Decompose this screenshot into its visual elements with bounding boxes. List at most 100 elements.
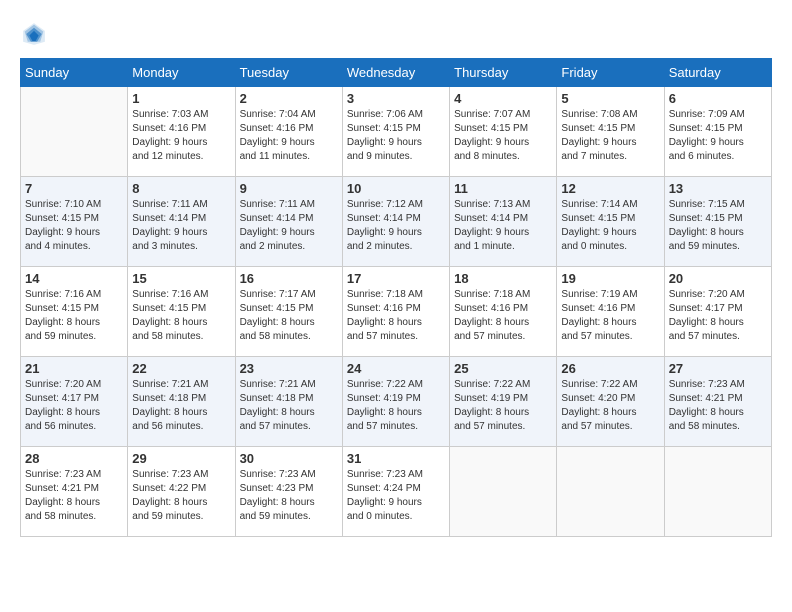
calendar-cell: 7 Sunrise: 7:10 AM Sunset: 4:15 PM Daylig… xyxy=(21,177,128,267)
header-cell-thursday: Thursday xyxy=(450,59,557,87)
day-number: 14 xyxy=(25,271,123,286)
day-info: Sunrise: 7:20 AM Sunset: 4:17 PM Dayligh… xyxy=(25,378,123,434)
day-info: Sunrise: 7:18 AM Sunset: 4:16 PM Dayligh… xyxy=(347,288,445,344)
calendar-cell: 9 Sunrise: 7:11 AM Sunset: 4:14 PM Daylig… xyxy=(235,177,342,267)
day-number: 13 xyxy=(669,181,767,196)
calendar-cell: 3 Sunrise: 7:06 AM Sunset: 4:15 PM Daylig… xyxy=(342,87,449,177)
calendar-cell: 28 Sunrise: 7:23 AM Sunset: 4:21 PM Dayli… xyxy=(21,447,128,537)
day-number: 30 xyxy=(240,451,338,466)
day-number: 28 xyxy=(25,451,123,466)
calendar-cell: 20 Sunrise: 7:20 AM Sunset: 4:17 PM Dayli… xyxy=(664,267,771,357)
day-info: Sunrise: 7:12 AM Sunset: 4:14 PM Dayligh… xyxy=(347,198,445,254)
day-info: Sunrise: 7:16 AM Sunset: 4:15 PM Dayligh… xyxy=(25,288,123,344)
calendar-week-3: 14 Sunrise: 7:16 AM Sunset: 4:15 PM Dayli… xyxy=(21,267,772,357)
day-number: 20 xyxy=(669,271,767,286)
calendar-cell: 18 Sunrise: 7:18 AM Sunset: 4:16 PM Dayli… xyxy=(450,267,557,357)
day-info: Sunrise: 7:18 AM Sunset: 4:16 PM Dayligh… xyxy=(454,288,552,344)
calendar-cell: 13 Sunrise: 7:15 AM Sunset: 4:15 PM Dayli… xyxy=(664,177,771,267)
day-number: 2 xyxy=(240,91,338,106)
header-cell-wednesday: Wednesday xyxy=(342,59,449,87)
calendar-week-2: 7 Sunrise: 7:10 AM Sunset: 4:15 PM Daylig… xyxy=(21,177,772,267)
day-info: Sunrise: 7:23 AM Sunset: 4:21 PM Dayligh… xyxy=(669,378,767,434)
day-info: Sunrise: 7:20 AM Sunset: 4:17 PM Dayligh… xyxy=(669,288,767,344)
calendar-week-1: 1Sunrise: 7:03 AM Sunset: 4:16 PM Daylig… xyxy=(21,87,772,177)
day-number: 31 xyxy=(347,451,445,466)
header-cell-monday: Monday xyxy=(128,59,235,87)
logo-icon xyxy=(20,20,48,48)
calendar-cell: 14 Sunrise: 7:16 AM Sunset: 4:15 PM Dayli… xyxy=(21,267,128,357)
day-number: 18 xyxy=(454,271,552,286)
calendar-week-4: 21 Sunrise: 7:20 AM Sunset: 4:17 PM Dayli… xyxy=(21,357,772,447)
day-number: 11 xyxy=(454,181,552,196)
calendar-cell: 29 Sunrise: 7:23 AM Sunset: 4:22 PM Dayli… xyxy=(128,447,235,537)
day-number: 12 xyxy=(561,181,659,196)
calendar-cell: 15Sunrise: 7:16 AM Sunset: 4:15 PM Dayli… xyxy=(128,267,235,357)
day-number: 22 xyxy=(132,361,230,376)
calendar-cell: 2 Sunrise: 7:04 AM Sunset: 4:16 PM Daylig… xyxy=(235,87,342,177)
calendar-cell xyxy=(664,447,771,537)
day-info: Sunrise: 7:21 AM Sunset: 4:18 PM Dayligh… xyxy=(132,378,230,434)
day-info: Sunrise: 7:06 AM Sunset: 4:15 PM Dayligh… xyxy=(347,108,445,164)
page-header xyxy=(20,20,772,48)
day-info: Sunrise: 7:23 AM Sunset: 4:24 PM Dayligh… xyxy=(347,468,445,524)
day-info: Sunrise: 7:14 AM Sunset: 4:15 PM Dayligh… xyxy=(561,198,659,254)
day-info: Sunrise: 7:11 AM Sunset: 4:14 PM Dayligh… xyxy=(240,198,338,254)
day-number: 8 xyxy=(132,181,230,196)
calendar-table: SundayMondayTuesdayWednesdayThursdayFrid… xyxy=(20,58,772,537)
day-number: 9 xyxy=(240,181,338,196)
day-info: Sunrise: 7:21 AM Sunset: 4:18 PM Dayligh… xyxy=(240,378,338,434)
day-info: Sunrise: 7:22 AM Sunset: 4:19 PM Dayligh… xyxy=(454,378,552,434)
day-info: Sunrise: 7:15 AM Sunset: 4:15 PM Dayligh… xyxy=(669,198,767,254)
calendar-cell: 16 Sunrise: 7:17 AM Sunset: 4:15 PM Dayli… xyxy=(235,267,342,357)
day-info: Sunrise: 7:23 AM Sunset: 4:22 PM Dayligh… xyxy=(132,468,230,524)
day-info: Sunrise: 7:13 AM Sunset: 4:14 PM Dayligh… xyxy=(454,198,552,254)
day-number: 7 xyxy=(25,181,123,196)
day-number: 6 xyxy=(669,91,767,106)
calendar-cell: 26Sunrise: 7:22 AM Sunset: 4:20 PM Dayli… xyxy=(557,357,664,447)
calendar-cell: 31 Sunrise: 7:23 AM Sunset: 4:24 PM Dayli… xyxy=(342,447,449,537)
day-info: Sunrise: 7:22 AM Sunset: 4:20 PM Dayligh… xyxy=(561,378,659,434)
calendar-cell: 17 Sunrise: 7:18 AM Sunset: 4:16 PM Dayli… xyxy=(342,267,449,357)
calendar-cell: 30 Sunrise: 7:23 AM Sunset: 4:23 PM Dayli… xyxy=(235,447,342,537)
day-info: Sunrise: 7:17 AM Sunset: 4:15 PM Dayligh… xyxy=(240,288,338,344)
day-info: Sunrise: 7:19 AM Sunset: 4:16 PM Dayligh… xyxy=(561,288,659,344)
day-info: Sunrise: 7:08 AM Sunset: 4:15 PM Dayligh… xyxy=(561,108,659,164)
logo xyxy=(20,20,54,48)
calendar-cell xyxy=(450,447,557,537)
day-number: 1 xyxy=(132,91,230,106)
calendar-cell: 11 Sunrise: 7:13 AM Sunset: 4:14 PM Dayli… xyxy=(450,177,557,267)
day-info: Sunrise: 7:23 AM Sunset: 4:21 PM Dayligh… xyxy=(25,468,123,524)
day-number: 23 xyxy=(240,361,338,376)
day-info: Sunrise: 7:04 AM Sunset: 4:16 PM Dayligh… xyxy=(240,108,338,164)
calendar-cell: 12 Sunrise: 7:14 AM Sunset: 4:15 PM Dayli… xyxy=(557,177,664,267)
day-info: Sunrise: 7:10 AM Sunset: 4:15 PM Dayligh… xyxy=(25,198,123,254)
day-number: 25 xyxy=(454,361,552,376)
day-number: 24 xyxy=(347,361,445,376)
day-number: 16 xyxy=(240,271,338,286)
calendar-cell: 21 Sunrise: 7:20 AM Sunset: 4:17 PM Dayli… xyxy=(21,357,128,447)
calendar-cell: 25 Sunrise: 7:22 AM Sunset: 4:19 PM Dayli… xyxy=(450,357,557,447)
day-number: 29 xyxy=(132,451,230,466)
calendar-cell: 4Sunrise: 7:07 AM Sunset: 4:15 PM Daylig… xyxy=(450,87,557,177)
day-number: 21 xyxy=(25,361,123,376)
day-number: 17 xyxy=(347,271,445,286)
calendar-header: SundayMondayTuesdayWednesdayThursdayFrid… xyxy=(21,59,772,87)
calendar-cell: 19Sunrise: 7:19 AM Sunset: 4:16 PM Dayli… xyxy=(557,267,664,357)
day-number: 10 xyxy=(347,181,445,196)
header-row: SundayMondayTuesdayWednesdayThursdayFrid… xyxy=(21,59,772,87)
header-cell-sunday: Sunday xyxy=(21,59,128,87)
calendar-cell: 8Sunrise: 7:11 AM Sunset: 4:14 PM Daylig… xyxy=(128,177,235,267)
day-info: Sunrise: 7:23 AM Sunset: 4:23 PM Dayligh… xyxy=(240,468,338,524)
day-number: 3 xyxy=(347,91,445,106)
calendar-body: 1Sunrise: 7:03 AM Sunset: 4:16 PM Daylig… xyxy=(21,87,772,537)
header-cell-saturday: Saturday xyxy=(664,59,771,87)
calendar-cell: 5Sunrise: 7:08 AM Sunset: 4:15 PM Daylig… xyxy=(557,87,664,177)
day-number: 27 xyxy=(669,361,767,376)
day-info: Sunrise: 7:22 AM Sunset: 4:19 PM Dayligh… xyxy=(347,378,445,434)
day-info: Sunrise: 7:09 AM Sunset: 4:15 PM Dayligh… xyxy=(669,108,767,164)
calendar-week-5: 28 Sunrise: 7:23 AM Sunset: 4:21 PM Dayli… xyxy=(21,447,772,537)
calendar-cell: 22 Sunrise: 7:21 AM Sunset: 4:18 PM Dayli… xyxy=(128,357,235,447)
day-number: 15 xyxy=(132,271,230,286)
calendar-cell xyxy=(21,87,128,177)
day-info: Sunrise: 7:07 AM Sunset: 4:15 PM Dayligh… xyxy=(454,108,552,164)
